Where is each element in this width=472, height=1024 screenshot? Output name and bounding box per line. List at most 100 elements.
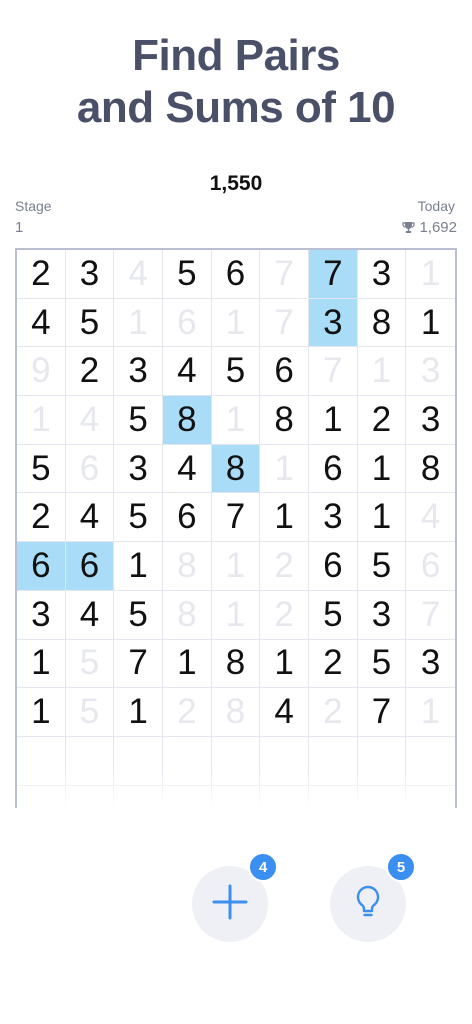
board-cell[interactable]: 1 xyxy=(260,639,309,689)
add-numbers-button[interactable]: 4 xyxy=(192,852,278,942)
board-cell[interactable] xyxy=(309,785,358,808)
board-cell[interactable]: 8 xyxy=(406,445,455,494)
board-cell[interactable]: 4 xyxy=(114,250,163,299)
board-cell[interactable]: 7 xyxy=(260,298,309,348)
board-cell[interactable]: 5 xyxy=(309,590,358,640)
board-cell[interactable]: 4 xyxy=(260,688,309,737)
board-cell[interactable]: 3 xyxy=(309,493,358,543)
board-cell[interactable]: 2 xyxy=(309,688,358,737)
board-cell[interactable]: 6 xyxy=(17,542,66,591)
board-cell[interactable]: 6 xyxy=(260,347,309,397)
board-cell[interactable] xyxy=(66,785,115,808)
board-cell[interactable]: 5 xyxy=(211,347,261,397)
board-cell[interactable]: 4 xyxy=(163,347,212,397)
board-cell[interactable]: 1 xyxy=(406,299,455,348)
board-cell[interactable]: 6 xyxy=(65,444,115,494)
board-cell[interactable]: 1 xyxy=(211,590,261,640)
board-cell[interactable]: 3 xyxy=(114,347,163,397)
board-cell[interactable]: 3 xyxy=(406,640,455,689)
board-cell[interactable]: 7 xyxy=(357,688,407,737)
board-cell[interactable]: 2 xyxy=(357,396,407,445)
board-cell[interactable]: 5 xyxy=(65,688,115,737)
board-cell[interactable]: 8 xyxy=(260,396,309,445)
board-cell[interactable]: 5 xyxy=(65,298,115,348)
board-cell[interactable]: 8 xyxy=(211,688,261,737)
board-cell[interactable] xyxy=(309,736,358,786)
board-cell[interactable] xyxy=(114,785,163,808)
board-cell[interactable]: 7 xyxy=(211,493,261,543)
board-cell[interactable]: 8 xyxy=(163,590,212,640)
board-cell[interactable]: 6 xyxy=(309,542,358,591)
board-cell[interactable]: 6 xyxy=(65,542,115,591)
board-cell[interactable] xyxy=(163,736,212,786)
board-cell[interactable]: 9 xyxy=(17,347,66,397)
board-cell[interactable]: 4 xyxy=(406,493,455,543)
board-cell[interactable]: 6 xyxy=(211,250,261,299)
board-cell[interactable]: 1 xyxy=(114,688,163,737)
board-cell[interactable]: 5 xyxy=(114,493,163,543)
board-cell[interactable]: 8 xyxy=(211,444,261,494)
board-cell[interactable]: 2 xyxy=(17,250,66,299)
board-cell[interactable]: 5 xyxy=(163,250,212,299)
board-cell[interactable]: 2 xyxy=(17,493,66,543)
board-cell[interactable]: 3 xyxy=(17,590,66,640)
board-cell[interactable] xyxy=(260,785,309,808)
board-cell[interactable] xyxy=(260,736,309,786)
board-cell[interactable] xyxy=(65,736,115,786)
board-cell[interactable]: 4 xyxy=(163,444,212,494)
board-cell[interactable]: 4 xyxy=(65,590,115,640)
board-cell[interactable]: 1 xyxy=(17,688,66,737)
board-cell[interactable] xyxy=(17,736,66,786)
board-cell[interactable] xyxy=(357,736,407,786)
board-cell[interactable]: 1 xyxy=(309,396,358,445)
board-cell[interactable]: 2 xyxy=(163,688,212,737)
hint-button[interactable]: 5 xyxy=(330,852,416,942)
board-cell[interactable]: 7 xyxy=(260,250,309,299)
board-cell[interactable]: 2 xyxy=(309,639,358,689)
board-cell[interactable]: 5 xyxy=(65,639,115,689)
board-cell[interactable]: 8 xyxy=(357,298,407,348)
board-cell[interactable]: 7 xyxy=(114,639,163,689)
board-cell[interactable]: 5 xyxy=(357,639,407,689)
board-cell[interactable] xyxy=(114,736,163,786)
board-cell[interactable]: 7 xyxy=(309,250,358,299)
board-cell[interactable]: 1 xyxy=(260,444,309,494)
board-cell[interactable] xyxy=(406,786,455,808)
board-cell[interactable]: 6 xyxy=(309,444,358,494)
board-cell[interactable]: 3 xyxy=(406,396,455,445)
board-cell[interactable]: 2 xyxy=(65,347,115,397)
board-cell[interactable]: 6 xyxy=(163,298,212,348)
board-cell[interactable] xyxy=(163,785,212,808)
board-cell[interactable]: 5 xyxy=(357,542,407,591)
board-cell[interactable]: 2 xyxy=(260,542,309,591)
board-cell[interactable]: 8 xyxy=(163,396,212,445)
board-cell[interactable]: 6 xyxy=(406,542,455,591)
board-cell[interactable]: 1 xyxy=(406,688,455,737)
board-cell[interactable]: 5 xyxy=(114,396,163,445)
board-cell[interactable]: 3 xyxy=(114,444,163,494)
board-cell[interactable] xyxy=(211,736,261,786)
board-cell[interactable]: 1 xyxy=(17,639,66,689)
board-cell[interactable]: 4 xyxy=(65,493,115,543)
board-cell[interactable]: 3 xyxy=(309,298,358,348)
board-cell[interactable]: 1 xyxy=(406,250,455,299)
board-cell[interactable]: 4 xyxy=(65,396,115,445)
board-cell[interactable]: 8 xyxy=(211,639,261,689)
board-cell[interactable]: 6 xyxy=(163,493,212,543)
board-cell[interactable] xyxy=(406,737,455,786)
board-cell[interactable]: 2 xyxy=(260,590,309,640)
board-cell[interactable]: 8 xyxy=(163,542,212,591)
board-cell[interactable]: 1 xyxy=(211,298,261,348)
board-cell[interactable]: 1 xyxy=(114,298,163,348)
board-cell[interactable]: 5 xyxy=(114,590,163,640)
board-cell[interactable]: 5 xyxy=(17,444,66,494)
board-cell[interactable]: 7 xyxy=(309,347,358,397)
board-cell[interactable]: 3 xyxy=(65,250,115,299)
board-cell[interactable] xyxy=(358,785,407,808)
board-cell[interactable] xyxy=(212,785,261,808)
board-cell[interactable] xyxy=(17,785,66,808)
board-cell[interactable]: 1 xyxy=(114,542,163,591)
board-cell[interactable]: 1 xyxy=(260,493,309,543)
board-cell[interactable]: 3 xyxy=(357,250,407,299)
board-cell[interactable]: 1 xyxy=(17,396,66,445)
